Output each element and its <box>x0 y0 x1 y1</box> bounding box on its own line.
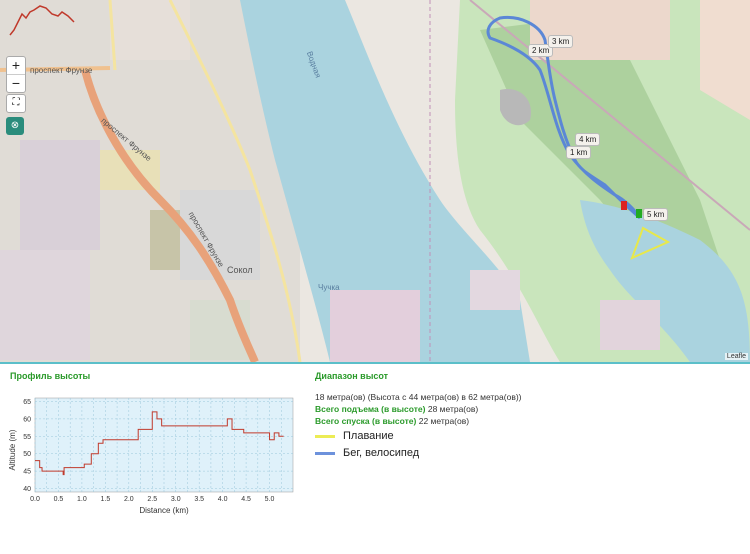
ascent-line: Всего подъема (в высоте) 28 метра(ов) <box>315 404 478 414</box>
legend-swatch-run <box>315 451 335 455</box>
map-attribution[interactable]: Leafle <box>724 353 748 360</box>
x-tick-label: 3.0 <box>171 496 181 503</box>
range-title: Диапазон высот <box>315 371 389 381</box>
x-tick-label: 0.5 <box>54 496 64 503</box>
elevation-chart[interactable]: 40 45 50 55 60 65 0.0 0.5 1.0 1.5 2.0 2.5 3.0 3.5 4.0 4… <box>5 392 305 542</box>
place-label-sokol: Сокол <box>227 265 253 275</box>
y-tick-label: 50 <box>23 451 31 458</box>
km-marker-5: 5 km <box>643 208 669 221</box>
descent-label: Всего спуска (в высоте) <box>315 416 417 426</box>
descent-value: 22 метра(ов) <box>416 416 470 426</box>
x-tick-label: 0.0 <box>30 496 40 503</box>
place-label-chuchka: Чучка <box>318 283 340 292</box>
y-tick-label: 45 <box>23 469 31 476</box>
km-marker-1: 1 km <box>566 146 592 159</box>
ascent-value: 28 метра(ов) <box>425 404 479 414</box>
y-tick-label: 55 <box>23 434 31 441</box>
x-tick-label: 4.0 <box>218 496 228 503</box>
x-tick-label: 1.0 <box>77 496 87 503</box>
legend-swatch-swim <box>315 434 335 438</box>
x-tick-label: 3.5 <box>194 496 204 503</box>
ascent-label: Всего подъема (в высоте) <box>315 404 426 414</box>
x-tick-label: 2.0 <box>124 496 134 503</box>
y-tick-label: 65 <box>23 399 31 406</box>
km-marker-3: 3 km <box>548 35 574 48</box>
zoom-control: + − <box>6 56 26 93</box>
locate-button[interactable]: ⊗ <box>6 117 24 135</box>
zoom-in-button[interactable]: + <box>7 57 25 75</box>
x-tick-label: 2.5 <box>147 496 157 503</box>
x-tick-label: 5.0 <box>265 496 275 503</box>
street-label-frunze-1: проспект Фрунзе <box>30 66 93 75</box>
legend-swim[interactable]: Плавание <box>315 430 394 442</box>
fullscreen-icon: ⛶ <box>12 97 20 108</box>
map-tiles <box>0 0 750 362</box>
y-tick-label: 60 <box>23 416 31 423</box>
fullscreen-button[interactable]: ⛶ <box>6 94 26 113</box>
legend-label-swim: Плавание <box>343 430 394 442</box>
chart-plot-area <box>34 397 294 493</box>
chart-ylabel: Altitude (m) <box>8 429 17 470</box>
profile-title: Профиль высоты <box>10 371 91 381</box>
y-tick-label: 40 <box>23 486 31 493</box>
chart-xlabel: Distance (km) <box>139 506 189 515</box>
bottom-panel: Профиль высоты Диапазон высот 40 45 50 55 60… <box>0 362 750 554</box>
zoom-out-button[interactable]: − <box>7 75 25 92</box>
x-tick-label: 4.5 <box>241 496 251 503</box>
legend-run[interactable]: Бег, велосипед <box>315 447 419 459</box>
map-view[interactable]: 1 km 2 km 3 km 4 km 5 km Сокол проспект … <box>0 0 750 362</box>
descent-line: Всего спуска (в высоте) 22 метра(ов) <box>315 416 469 426</box>
legend-label-run: Бег, велосипед <box>343 447 420 459</box>
x-tick-label: 1.5 <box>100 496 110 503</box>
locate-icon: ⊗ <box>10 120 20 131</box>
range-line: 18 метра(ов) (Высота с 44 метра(ов) в 62… <box>315 392 522 402</box>
km-marker-4: 4 km <box>575 133 601 146</box>
